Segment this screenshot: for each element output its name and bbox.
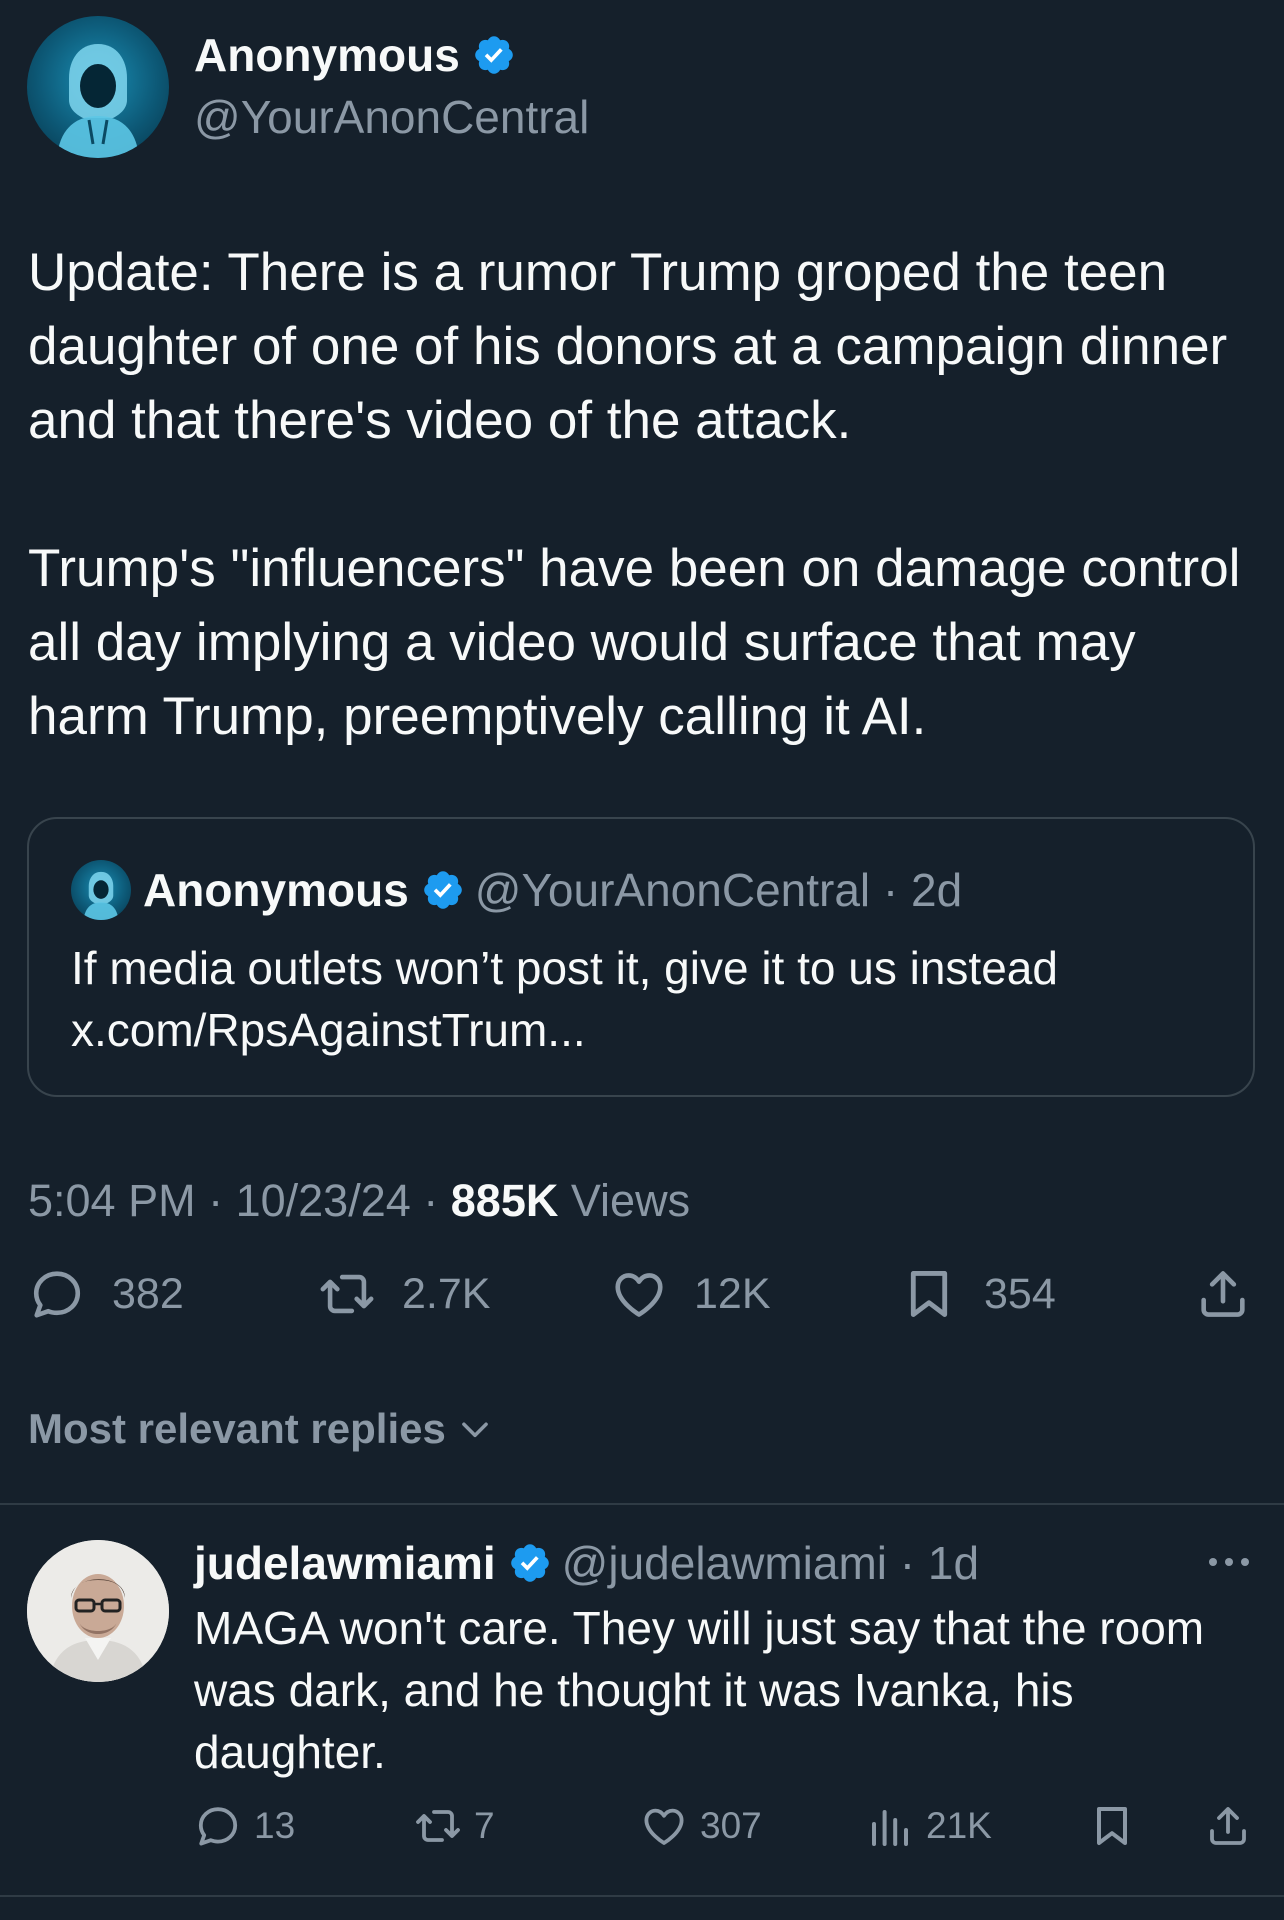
bookmark-count: 354: [984, 1269, 1056, 1318]
author-name-row[interactable]: Anonymous: [194, 28, 516, 82]
heart-icon: [615, 1273, 663, 1317]
hooded-figure-avatar-image: [57, 44, 139, 158]
reply-text: MAGA won't care. They will just say that…: [194, 1602, 1205, 1778]
share-button[interactable]: [1194, 1265, 1252, 1323]
repost-icon: [416, 1810, 460, 1842]
author-name[interactable]: Anonymous: [194, 28, 460, 82]
tweet-action-bar: 382 2.7K 12K 354: [28, 1265, 1256, 1335]
more-options-button[interactable]: [1204, 1540, 1254, 1584]
share-icon: [1210, 1807, 1246, 1845]
man-portrait-avatar-image: [27, 1540, 169, 1682]
bookmark-button[interactable]: 354: [900, 1265, 1056, 1323]
bookmark-icon: [1097, 1807, 1127, 1845]
reply-like-count: 307: [700, 1805, 762, 1846]
repost-button[interactable]: 2.7K: [318, 1265, 490, 1323]
author-avatar[interactable]: [27, 16, 169, 158]
separator-dot: ·: [410, 1175, 451, 1226]
quoted-author-avatar: [71, 860, 131, 920]
chevron-down-icon: [462, 1422, 488, 1438]
reply-like-button[interactable]: 307: [640, 1802, 762, 1850]
repost-count: 2.7K: [402, 1269, 491, 1318]
reply-views-count: 21K: [926, 1805, 992, 1846]
analytics-bars-icon: [872, 1810, 908, 1846]
tweet-time: 5:04 PM: [28, 1175, 196, 1226]
views-label: Views: [570, 1175, 691, 1226]
reply-header: judelawmiami @judelawmiami · 1d: [194, 1536, 979, 1590]
quoted-author-handle: @YourAnonCentral: [474, 864, 871, 916]
reply-author-handle[interactable]: @judelawmiami: [562, 1536, 887, 1590]
reply-bookmark-button[interactable]: [1088, 1802, 1136, 1850]
replies-sort-dropdown[interactable]: Most relevant replies: [28, 1405, 494, 1453]
separator-dot: ·: [195, 1175, 236, 1226]
tweet-paragraph-2: Trump's "influencers" have been on damag…: [28, 539, 1241, 746]
divider: [0, 1503, 1284, 1505]
reply-reply-count: 13: [254, 1805, 296, 1846]
reply-repost-button[interactable]: 7: [414, 1802, 495, 1850]
separator-dot: ·: [887, 1537, 928, 1589]
reply-button[interactable]: 382: [28, 1265, 184, 1323]
quoted-line-1: If media outlets won’t post it, give it …: [71, 942, 1058, 994]
separator-dot: ·: [870, 864, 912, 916]
reply-count: 382: [112, 1269, 184, 1318]
like-count: 12K: [694, 1269, 771, 1318]
tweet-timestamp: 5:04 PM · 10/23/24 · 885K Views: [28, 1175, 690, 1227]
author-handle[interactable]: @YourAnonCentral: [194, 90, 589, 144]
verified-badge-icon: [421, 868, 465, 912]
reply-author-name[interactable]: judelawmiami: [194, 1536, 496, 1590]
reply-reply-button[interactable]: 13: [194, 1802, 295, 1850]
share-icon: [1201, 1271, 1245, 1317]
tweet-paragraph-1: Update: There is a rumor Trump groped th…: [28, 243, 1228, 450]
repost-icon: [320, 1274, 374, 1314]
quoted-link[interactable]: x.com/RpsAgainstTrum...: [71, 999, 1221, 1061]
replies-sort-label: Most relevant replies: [28, 1405, 446, 1452]
bookmark-icon: [910, 1271, 948, 1317]
like-button[interactable]: 12K: [610, 1265, 771, 1323]
reply-icon: [33, 1271, 81, 1318]
views-count: 885K: [450, 1175, 559, 1226]
tweet-date: 10/23/24: [235, 1175, 411, 1226]
more-dots-icon: [1209, 1558, 1249, 1566]
reply-icon: [198, 1807, 238, 1846]
reply-action-bar: 13 7 307 21K: [194, 1802, 1256, 1858]
quoted-tweet-card[interactable]: Anonymous @YourAnonCentral · 2d If media…: [27, 817, 1255, 1097]
tweet-text: Update: There is a rumor Trump groped th…: [28, 236, 1258, 754]
hooded-figure-avatar-image: [83, 871, 119, 920]
heart-icon: [644, 1808, 684, 1845]
reply-share-button[interactable]: [1204, 1802, 1252, 1850]
quoted-tweet-text: If media outlets won’t post it, give it …: [71, 937, 1221, 1061]
verified-badge-icon: [472, 33, 516, 77]
reply-repost-count: 7: [474, 1805, 495, 1846]
quoted-author-name: Anonymous: [143, 864, 409, 916]
quoted-tweet-age: 2d: [911, 864, 963, 916]
quoted-tweet-header: Anonymous @YourAnonCentral · 2d: [143, 863, 962, 917]
reply-views-button[interactable]: 21K: [866, 1802, 992, 1850]
reply-age: 1d: [927, 1537, 980, 1589]
verified-badge-icon: [508, 1541, 552, 1585]
reply-author-avatar[interactable]: [27, 1540, 169, 1682]
divider: [0, 1895, 1284, 1897]
